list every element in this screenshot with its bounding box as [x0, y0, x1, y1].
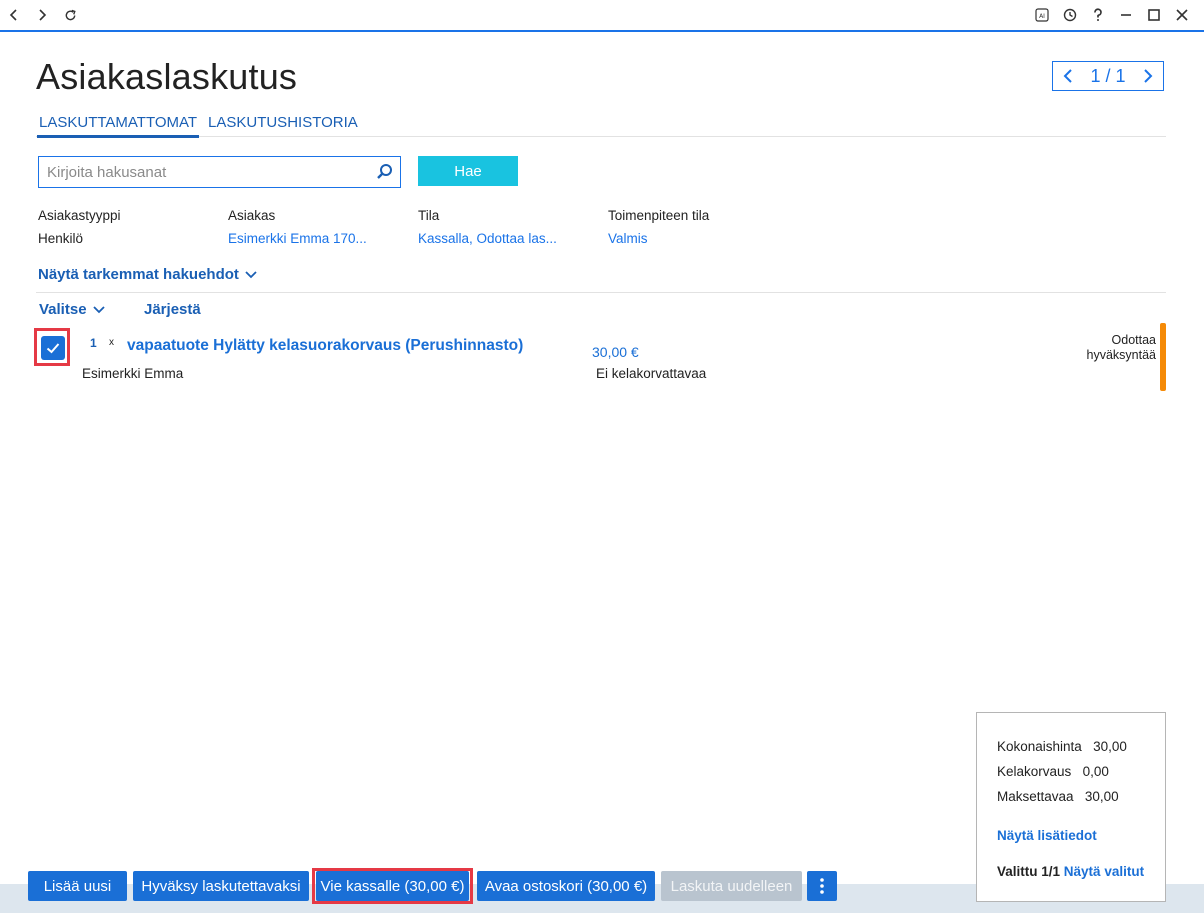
filter-label: Asiakas	[228, 208, 276, 223]
tab-bar: LASKUTTAMATTOMAT LASKUTUSHISTORIA	[36, 114, 1166, 138]
close-icon[interactable]	[1172, 5, 1192, 25]
page-title: Asiakaslaskutus	[36, 56, 298, 97]
item-status: Odottaa hyväksyntää	[1060, 333, 1156, 363]
status-indicator	[1160, 323, 1166, 391]
filter-customer-type: Asiakastyyppi Henkilö	[38, 208, 121, 246]
back-icon[interactable]	[4, 5, 24, 25]
checkmark-icon	[46, 343, 60, 354]
maximize-icon[interactable]	[1144, 5, 1164, 25]
search-input[interactable]	[39, 157, 385, 187]
open-cart-button[interactable]: Avaa ostoskori (30,00 €)	[477, 871, 655, 901]
more-vertical-icon	[820, 878, 824, 894]
forward-icon[interactable]	[32, 5, 52, 25]
history-icon[interactable]	[1060, 5, 1080, 25]
item-multiplier: x	[109, 337, 114, 348]
item-status-line: hyväksyntää	[1086, 348, 1156, 362]
filter-customer: Asiakas Esimerkki Emma 170...	[228, 208, 367, 246]
filter-label: Asiakastyyppi	[38, 208, 121, 223]
filter-label: Toimenpiteen tila	[608, 208, 710, 223]
svg-text:AI: AI	[1039, 13, 1045, 20]
pager: 1 / 1	[1052, 61, 1164, 91]
item-checkbox[interactable]	[41, 336, 65, 360]
search-button[interactable]: Hae	[418, 156, 518, 186]
more-filters-toggle[interactable]: Näytä tarkemmat hakuehdot	[38, 266, 257, 283]
approve-for-billing-button[interactable]: Hyväksy laskutettavaksi	[133, 871, 309, 901]
filter-value-link[interactable]: Kassalla, Odottaa las...	[418, 231, 557, 246]
summary-kela-value: 0,00	[1082, 764, 1109, 779]
item-price: 30,00 €	[592, 344, 639, 360]
summary-payable-label: Maksettavaa	[997, 789, 1074, 804]
send-to-checkout-button[interactable]: Vie kassalle (30,00 €)	[316, 871, 469, 901]
tab-laskuttamattomat[interactable]: LASKUTTAMATTOMAT	[37, 114, 200, 138]
summary-total-label: Kokonaishinta	[997, 739, 1082, 754]
summary-kela-label: Kelakorvaus	[997, 764, 1072, 779]
search-icon[interactable]	[376, 163, 394, 181]
item-customer: Esimerkki Emma	[82, 366, 184, 381]
select-dropdown[interactable]: Valitse	[39, 301, 105, 318]
summary-payable-value: 30,00	[1084, 789, 1119, 804]
selected-count: Valittu 1/1	[997, 864, 1061, 879]
filter-value: Henkilö	[38, 231, 84, 246]
more-filters-label: Näytä tarkemmat hakuehdot	[38, 266, 239, 283]
filter-action-status: Toimenpiteen tila Valmis	[608, 208, 709, 246]
add-new-button[interactable]: Lisää uusi	[28, 871, 127, 901]
ai-icon[interactable]: AI	[1032, 5, 1052, 25]
tab-laskutushistoria[interactable]: LASKUTUSHISTORIA	[206, 114, 360, 135]
summary-total-value: 30,00	[1093, 739, 1127, 754]
filter-label: Tila	[418, 208, 440, 223]
chevron-down-icon	[92, 305, 105, 313]
chevron-down-icon	[245, 270, 257, 278]
summary-panel: Kokonaishinta 30,00 Kelakorvaus 0,00 Mak…	[976, 712, 1166, 902]
select-label: Valitse	[39, 301, 87, 318]
pager-count: 1 / 1	[1090, 65, 1126, 86]
summary-selected: Valittu 1/1 Näytä valitut	[997, 864, 1144, 879]
chevron-right-icon[interactable]	[1139, 67, 1157, 85]
summary-kela: Kelakorvaus 0,00	[997, 764, 1109, 779]
filter-value-link[interactable]: Valmis	[608, 231, 709, 246]
filter-value-link[interactable]: Esimerkki Emma 170...	[228, 231, 367, 246]
reinvoice-button: Laskuta uudelleen	[661, 871, 802, 901]
search-box	[38, 156, 401, 188]
refresh-icon[interactable]	[60, 5, 80, 25]
item-title-link[interactable]: vapaatuote Hylätty kelasuorakorvaus (Per…	[127, 337, 523, 355]
item-kela-status: Ei kelakorvattavaa	[596, 366, 707, 381]
chevron-left-icon[interactable]	[1059, 67, 1077, 85]
item-status-line: Odottaa	[1111, 333, 1156, 347]
filter-status: Tila Kassalla, Odottaa las...	[418, 208, 557, 246]
summary-total: Kokonaishinta 30,00	[997, 739, 1127, 754]
help-icon[interactable]	[1088, 5, 1108, 25]
show-selected-link[interactable]: Näytä valitut	[1064, 864, 1144, 879]
divider	[36, 292, 1166, 293]
sort-button[interactable]: Järjestä	[144, 301, 201, 318]
show-details-link[interactable]: Näytä lisätiedot	[997, 828, 1097, 843]
more-actions-button[interactable]	[807, 871, 837, 901]
window-toolbar: AI	[0, 0, 1204, 32]
summary-payable: Maksettavaa 30,00	[997, 789, 1119, 804]
item-quantity: 1	[90, 336, 97, 350]
minimize-icon[interactable]	[1116, 5, 1136, 25]
